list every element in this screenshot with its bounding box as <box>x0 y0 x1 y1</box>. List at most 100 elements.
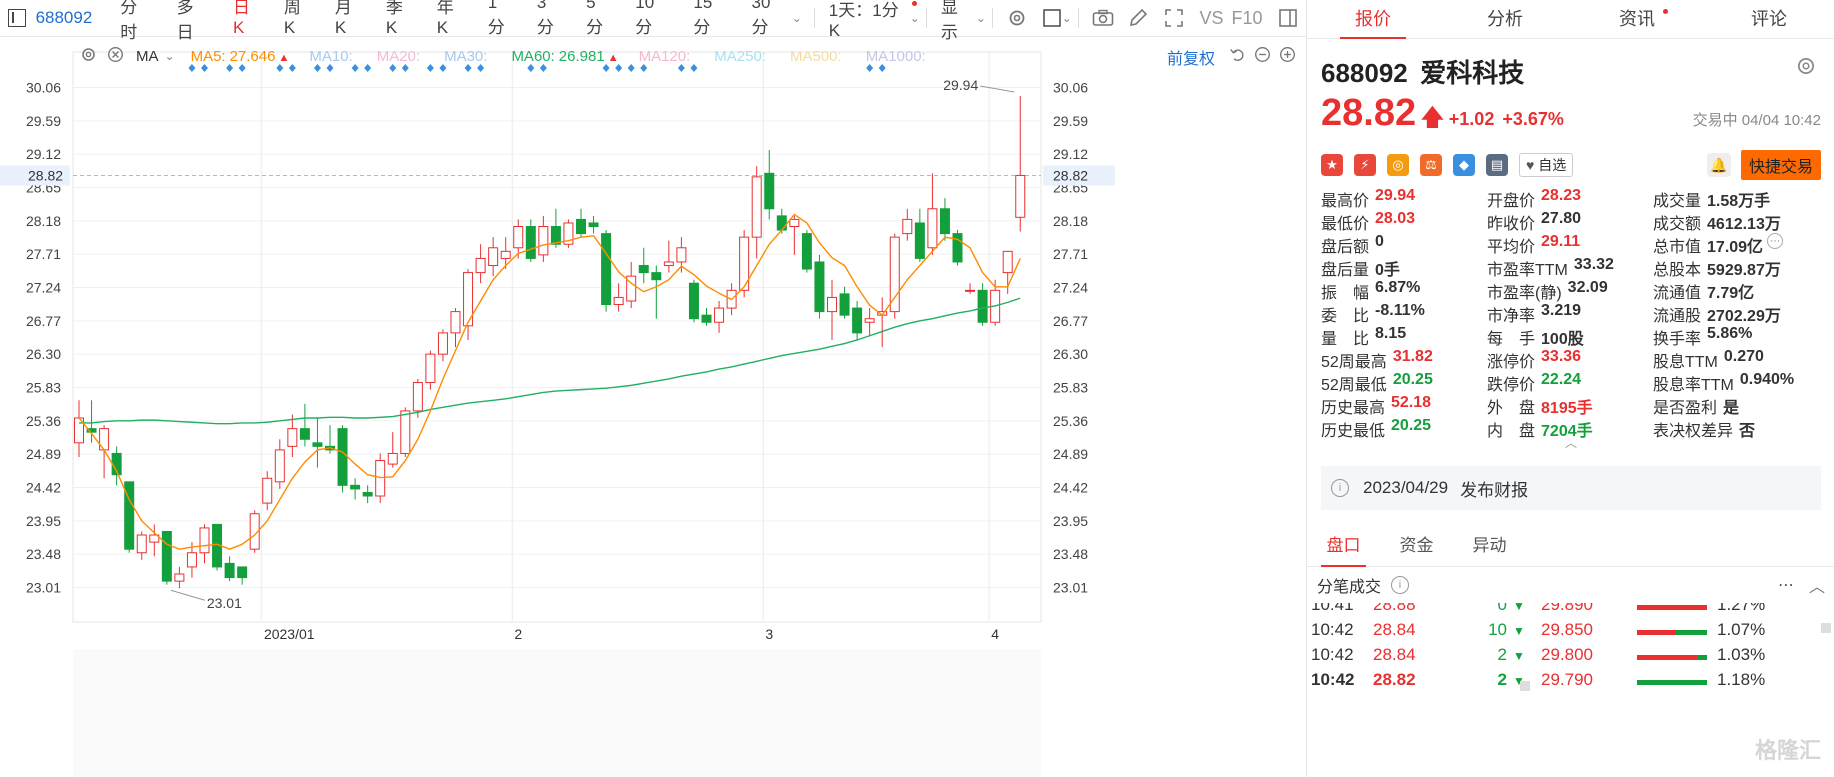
candle-body[interactable] <box>977 289 988 323</box>
candle-body[interactable] <box>952 233 963 263</box>
stock-code-link[interactable]: 688092 <box>36 8 93 28</box>
chevron-down-icon[interactable]: ⌄ <box>1062 11 1072 25</box>
candle-body[interactable] <box>651 272 662 281</box>
candle-body[interactable] <box>801 233 812 270</box>
tab-2[interactable]: 资讯 <box>1571 0 1703 38</box>
tab-1[interactable]: 分析 <box>1439 0 1571 38</box>
candle-body[interactable] <box>889 236 900 313</box>
bell-icon[interactable]: 🔔 <box>1706 153 1731 177</box>
candle-body[interactable] <box>400 410 411 454</box>
candle-body[interactable] <box>375 460 386 497</box>
candle-body[interactable] <box>412 382 423 412</box>
candle-body[interactable] <box>1015 174 1026 218</box>
candle-body[interactable] <box>676 247 687 263</box>
candle-body[interactable] <box>852 307 863 334</box>
candle-body[interactable] <box>751 176 762 238</box>
balance-icon[interactable]: ⚖ <box>1420 154 1442 176</box>
ma-close-icon[interactable] <box>107 46 124 67</box>
chevron-down-icon[interactable]: ⌄ <box>976 11 986 25</box>
candle-body[interactable] <box>538 226 549 256</box>
notes-icon[interactable]: ▤ <box>1486 154 1508 176</box>
vs-button[interactable]: VS <box>1200 8 1224 29</box>
candle-body[interactable] <box>576 218 586 235</box>
ma-settings-icon[interactable] <box>80 46 97 67</box>
more-icon[interactable]: ⋯ <box>1767 233 1784 249</box>
candle-body[interactable] <box>764 172 775 210</box>
candle-body[interactable] <box>237 566 248 579</box>
intraday-dropdown[interactable]: 1天：1分K <box>829 0 908 41</box>
candle-body[interactable] <box>362 491 373 497</box>
candle-body[interactable] <box>174 573 185 582</box>
chevron-down-icon[interactable]: ⌄ <box>165 49 175 63</box>
candle-body[interactable] <box>337 428 348 486</box>
candle-body[interactable] <box>965 289 976 292</box>
depth-tab-1[interactable]: 资金 <box>1380 528 1453 566</box>
candle-body[interactable] <box>425 353 436 384</box>
settings-icon[interactable] <box>1795 55 1817 83</box>
candle-body[interactable] <box>525 226 536 259</box>
depth-tab-2[interactable]: 异动 <box>1453 528 1526 566</box>
candle-body[interactable] <box>864 318 875 323</box>
tag-icon[interactable]: ◆ <box>1453 154 1475 176</box>
candle-body[interactable] <box>274 449 285 483</box>
candle-body[interactable] <box>475 257 486 274</box>
add-watchlist-button[interactable]: ♥ 自选 <box>1519 153 1574 177</box>
candle-body[interactable] <box>839 293 850 316</box>
candle-body[interactable] <box>701 314 712 323</box>
chevron-down-icon[interactable]: ⌄ <box>910 1 920 25</box>
flash-icon[interactable]: ⚡ <box>1354 154 1376 176</box>
candle-body[interactable] <box>488 247 499 267</box>
candle-body[interactable] <box>450 311 461 334</box>
more-icon[interactable]: ⋯ <box>1778 575 1795 595</box>
draw-box-icon[interactable] <box>1041 7 1062 29</box>
candle-body[interactable] <box>1002 250 1013 274</box>
camera-icon[interactable] <box>1092 7 1114 29</box>
scrollbar[interactable] <box>1821 623 1831 633</box>
kline-chart[interactable]: 30.06 30.0629.59 29.5929.12 29.1228.65 28.65… <box>0 37 1306 777</box>
adjust-mode-button[interactable]: 前复权 <box>1167 45 1215 69</box>
earnings-notice[interactable]: i 2023/04/29 发布财报 <box>1321 466 1821 510</box>
candle-body[interactable] <box>601 233 612 306</box>
undo-icon[interactable] <box>1229 46 1246 68</box>
candle-body[interactable] <box>500 250 511 259</box>
china-flag-icon[interactable]: ★ <box>1321 154 1343 176</box>
candle-body[interactable] <box>262 477 273 504</box>
candle-body[interactable] <box>789 218 800 228</box>
candle-body[interactable] <box>387 452 398 465</box>
candle-body[interactable] <box>827 296 837 313</box>
candle-body[interactable] <box>136 534 147 554</box>
depth-tab-0[interactable]: 盘口 <box>1307 528 1380 567</box>
panel-toggle-icon[interactable] <box>1278 7 1299 29</box>
candle-body[interactable] <box>688 282 699 320</box>
candle-body[interactable] <box>714 307 725 323</box>
candle-body[interactable] <box>613 296 624 306</box>
ma-type-select[interactable]: MA <box>136 48 159 65</box>
candle-body[interactable] <box>588 222 599 228</box>
candle-body[interactable] <box>927 208 938 249</box>
candle-body[interactable] <box>914 222 925 259</box>
candle-body[interactable] <box>663 261 674 267</box>
f10-button[interactable]: F10 <box>1232 8 1263 29</box>
candle-body[interactable] <box>776 215 787 231</box>
candle-body[interactable] <box>814 261 825 313</box>
sidebar-toggle-icon[interactable] <box>8 9 26 27</box>
zoom-out-icon[interactable] <box>1254 46 1271 68</box>
candle-body[interactable] <box>224 562 235 579</box>
candle-body[interactable] <box>161 530 172 582</box>
candle-body[interactable] <box>186 552 197 568</box>
pencil-icon[interactable] <box>1128 7 1149 29</box>
info-icon[interactable]: i <box>1391 576 1410 594</box>
candle-body[interactable] <box>513 226 524 249</box>
candle-body[interactable] <box>299 428 310 440</box>
chevron-down-icon[interactable]: ⌄ <box>792 11 802 25</box>
candle-body[interactable] <box>312 442 323 447</box>
candle-body[interactable] <box>199 527 210 554</box>
candle-body[interactable] <box>287 428 298 447</box>
candle-body[interactable] <box>350 484 361 490</box>
kline-chart-area[interactable]: 30.06 30.06 29.59 29.59 29.12 29.12 28.65 28.65… <box>0 37 1306 777</box>
scrollbar[interactable] <box>1520 681 1530 691</box>
candle-body[interactable] <box>939 208 950 235</box>
tab-0[interactable]: 报价 <box>1307 0 1439 39</box>
fullscreen-icon[interactable] <box>1163 7 1184 29</box>
candle-body[interactable] <box>902 218 913 235</box>
